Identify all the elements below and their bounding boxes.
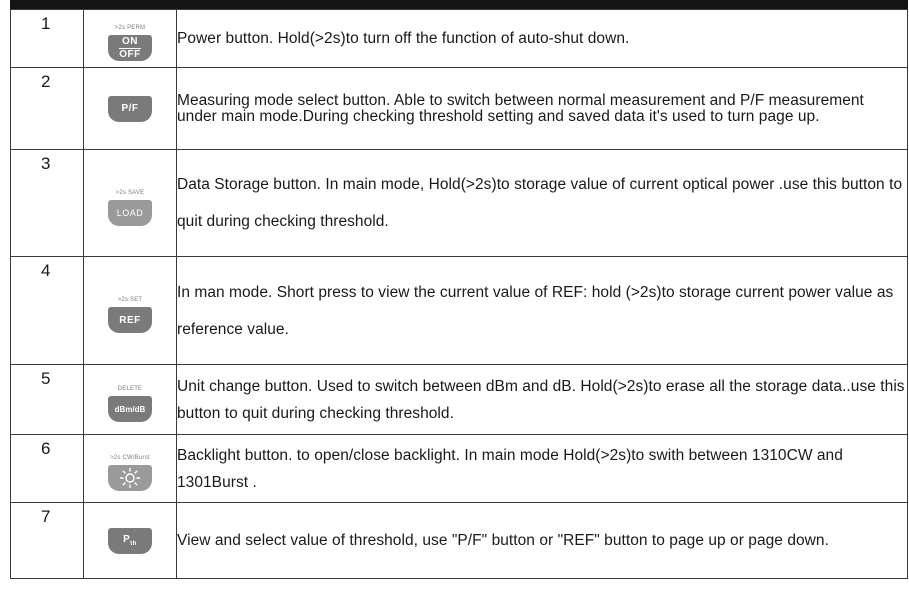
top-rule: [10, 0, 908, 9]
threshold-key: Pth: [108, 527, 152, 554]
unit-key: DELETE dBm/dB: [108, 386, 152, 422]
description-cell: Unit change button. Used to switch betwe…: [176, 364, 908, 435]
table-row: 5 DELETE dBm/dB Unit change button. Used…: [10, 364, 908, 435]
number-cell: 1: [10, 9, 84, 68]
description-text: Data Storage button. In main mode, Hold(…: [177, 176, 903, 230]
icon-cell: >2s CW/Burst: [83, 434, 177, 503]
table-row: 4 >2s SET REF In man mode. Short press t…: [10, 256, 908, 365]
number-cell: 3: [10, 149, 84, 257]
description-cell: Backlight button. to open/close backligh…: [176, 434, 908, 503]
key-label: REF: [119, 314, 141, 326]
description-cell: Power button. Hold(>2s)to turn off the f…: [176, 9, 908, 68]
number-cell: 4: [10, 256, 84, 365]
ref-key: >2s SET REF: [108, 297, 152, 333]
key-label: dBm/dB: [114, 404, 146, 414]
icon-cell: >2s PERM ON OFF: [83, 9, 177, 68]
table-row: 3 >2s SAVE LOAD Data Storage button. In …: [10, 149, 908, 257]
description-text: View and select value of threshold, use …: [177, 532, 829, 549]
table-row: 7 Pth View and select value of threshold…: [10, 502, 908, 579]
button-function-table: 1 >2s PERM ON OFF Power button. Hold(>2s…: [10, 9, 908, 579]
hold-label: >2s PERM: [114, 25, 146, 31]
description-cell: In man mode. Short press to view the cur…: [176, 256, 908, 365]
pf-key: P/F: [108, 95, 152, 122]
threshold-button-icon: Pth: [108, 527, 152, 554]
number-cell: 5: [10, 364, 84, 435]
load-key: >2s SAVE LOAD: [108, 190, 152, 226]
row-number: 4: [41, 261, 51, 280]
hold-label: >2s SAVE: [115, 189, 145, 196]
icon-cell: DELETE dBm/dB: [83, 364, 177, 435]
power-key: >2s PERM ON OFF: [108, 25, 152, 61]
icon-cell: Pth: [83, 502, 177, 579]
description-text: Backlight button. to open/close backligh…: [177, 446, 843, 491]
hold-label: DELETE: [117, 386, 143, 392]
load-button-icon: LOAD: [108, 199, 152, 226]
table-row: 6 >2s CW/Burst Backlight button. to open…: [10, 434, 908, 503]
icon-cell: >2s SAVE LOAD: [83, 149, 177, 257]
description-text: Unit change button. Used to switch betwe…: [177, 377, 905, 422]
key-subscript: th: [130, 541, 137, 547]
icon-cell: P/F: [83, 67, 177, 150]
row-number: 2: [41, 72, 51, 91]
description-text: Power button. Hold(>2s)to turn off the f…: [177, 29, 630, 47]
power-button-icon: ON OFF: [108, 35, 152, 61]
description-text: In man mode. Short press to view the cur…: [177, 283, 894, 338]
row-number: 1: [41, 14, 51, 33]
key-label-on: ON: [122, 35, 138, 47]
ref-button-icon: REF: [108, 307, 152, 333]
key-label-off: OFF: [119, 48, 141, 60]
hold-label: >2s CW/Burst: [110, 455, 150, 461]
description-cell: Measuring mode select button. Able to sw…: [176, 67, 908, 150]
row-number: 5: [41, 369, 51, 388]
row-number: 7: [41, 507, 51, 526]
icon-cell: >2s SET REF: [83, 256, 177, 365]
hold-label: >2s SET: [117, 297, 143, 303]
number-cell: 6: [10, 434, 84, 503]
key-label: LOAD: [116, 207, 144, 218]
number-cell: 2: [10, 67, 84, 150]
description-text: Measuring mode select button. Able to sw…: [177, 91, 864, 125]
key-label: P/F: [121, 103, 139, 114]
row-number: 3: [41, 154, 51, 173]
unit-button-icon: dBm/dB: [108, 396, 152, 422]
row-number: 6: [41, 439, 51, 458]
description-cell: Data Storage button. In main mode, Hold(…: [176, 149, 908, 257]
sun-icon: [119, 467, 141, 489]
table-row: 1 >2s PERM ON OFF Power button. Hold(>2s…: [10, 9, 908, 68]
number-cell: 7: [10, 502, 84, 579]
backlight-key: >2s CW/Burst: [108, 455, 152, 491]
description-cell: View and select value of threshold, use …: [176, 502, 908, 579]
pf-button-icon: P/F: [108, 95, 152, 122]
backlight-button-icon: [108, 465, 152, 491]
table-row: 2 P/F Measuring mode select button. Able…: [10, 67, 908, 150]
